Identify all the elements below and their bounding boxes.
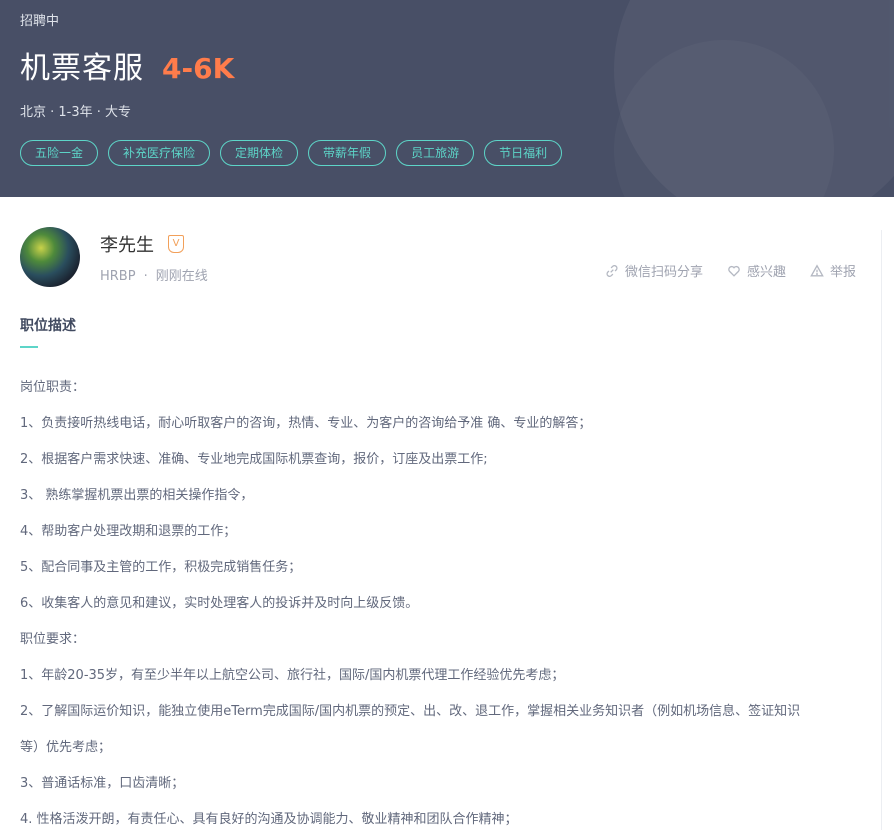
recruiter-role: HRBP bbox=[100, 269, 136, 284]
title-underline bbox=[20, 346, 38, 348]
description-line: 3、普通话标准，口齿清晰； bbox=[20, 776, 185, 791]
recruiter-online-status: 刚刚在线 bbox=[155, 269, 208, 284]
recruiter-name-row: 李先生 V bbox=[100, 231, 208, 257]
report-label: 举报 bbox=[829, 265, 856, 280]
job-meta: 北京 · 1-3年 · 大专 bbox=[20, 105, 132, 120]
link-icon bbox=[606, 264, 618, 277]
warning-icon bbox=[810, 263, 824, 276]
job-header: 招聘中 机票客服 4-6K 北京 · 1-3年 · 大专 五险一金 补充医疗保险… bbox=[0, 0, 894, 197]
job-title: 机票客服 bbox=[20, 51, 144, 86]
description-line: 等）优先考虑； bbox=[20, 740, 112, 755]
description-line: 1、负责接听热线电话，耐心听取客户的咨询，热情、专业、为客户的咨询给予准 确、专… bbox=[20, 416, 592, 431]
recruiter-subtitle: HRBP · 刚刚在线 bbox=[100, 265, 208, 284]
heart-icon bbox=[728, 265, 740, 277]
recruiter-card: 李先生 V HRBP · 刚刚在线 微信扫码分享 感兴趣 举报 bbox=[0, 197, 894, 297]
salary: 4-6K bbox=[162, 52, 235, 85]
benefit-tags: 五险一金 补充医疗保险 定期体检 带薪年假 员工旅游 节日福利 bbox=[20, 140, 874, 166]
recruiter-name: 李先生 bbox=[100, 235, 154, 256]
description-text: 岗位职责： 1、负责接听热线电话，耐心听取客户的咨询，热情、专业、为客户的咨询给… bbox=[20, 370, 874, 830]
report-button[interactable]: 举报 bbox=[810, 261, 856, 280]
description-line: 3、 熟练掌握机票出票的相关操作指令， bbox=[20, 488, 254, 503]
description-line: 4. 性格活泼开朗，有责任心、具有良好的沟通及协调能力、敬业精神和团队合作精神； bbox=[20, 812, 518, 827]
interest-label: 感兴趣 bbox=[746, 265, 786, 280]
benefit-tag: 员工旅游 bbox=[396, 140, 475, 166]
job-status: 招聘中 bbox=[20, 14, 60, 29]
verified-badge-icon: V bbox=[168, 235, 184, 253]
recruiter-info: 李先生 V HRBP · 刚刚在线 bbox=[100, 227, 208, 297]
description-line: 5、配合同事及主管的工作，积极完成销售任务； bbox=[20, 560, 302, 575]
section-title: 职位描述 bbox=[20, 318, 76, 334]
description-line: 2、根据客户需求快速、准确、专业地完成国际机票查询，报价，订座及出票工作; bbox=[20, 452, 488, 467]
share-label: 微信扫码分享 bbox=[624, 265, 703, 280]
benefit-tag: 带薪年假 bbox=[308, 140, 387, 166]
benefit-tag: 五险一金 bbox=[20, 140, 99, 166]
description-line: 2、了解国际运价知识，能独立使用eTerm完成国际/国内机票的预定、出、改、退工… bbox=[20, 704, 801, 719]
avatar[interactable] bbox=[20, 227, 80, 287]
benefit-tag: 节日福利 bbox=[484, 140, 563, 166]
description-line: 岗位职责： bbox=[20, 380, 86, 395]
interest-button[interactable]: 感兴趣 bbox=[727, 261, 786, 280]
job-description: 职位描述 岗位职责： 1、负责接听热线电话，耐心听取客户的咨询，热情、专业、为客… bbox=[0, 297, 894, 830]
divider bbox=[881, 230, 882, 830]
benefit-tag: 补充医疗保险 bbox=[108, 140, 211, 166]
benefit-tag: 定期体检 bbox=[220, 140, 299, 166]
description-line: 1、年龄20-35岁，有至少半年以上航空公司、旅行社，国际/国内机票代理工作经验… bbox=[20, 668, 565, 683]
description-line: 4、帮助客户处理改期和退票的工作； bbox=[20, 524, 237, 539]
title-row: 机票客服 4-6K bbox=[20, 43, 874, 87]
description-line: 职位要求： bbox=[20, 632, 86, 647]
job-actions: 微信扫码分享 感兴趣 举报 bbox=[605, 261, 856, 280]
description-line: 6、收集客人的意见和建议，实时处理客人的投诉并及时向上级反馈。 bbox=[20, 596, 419, 611]
separator: · bbox=[143, 269, 148, 284]
share-button[interactable]: 微信扫码分享 bbox=[605, 261, 703, 280]
